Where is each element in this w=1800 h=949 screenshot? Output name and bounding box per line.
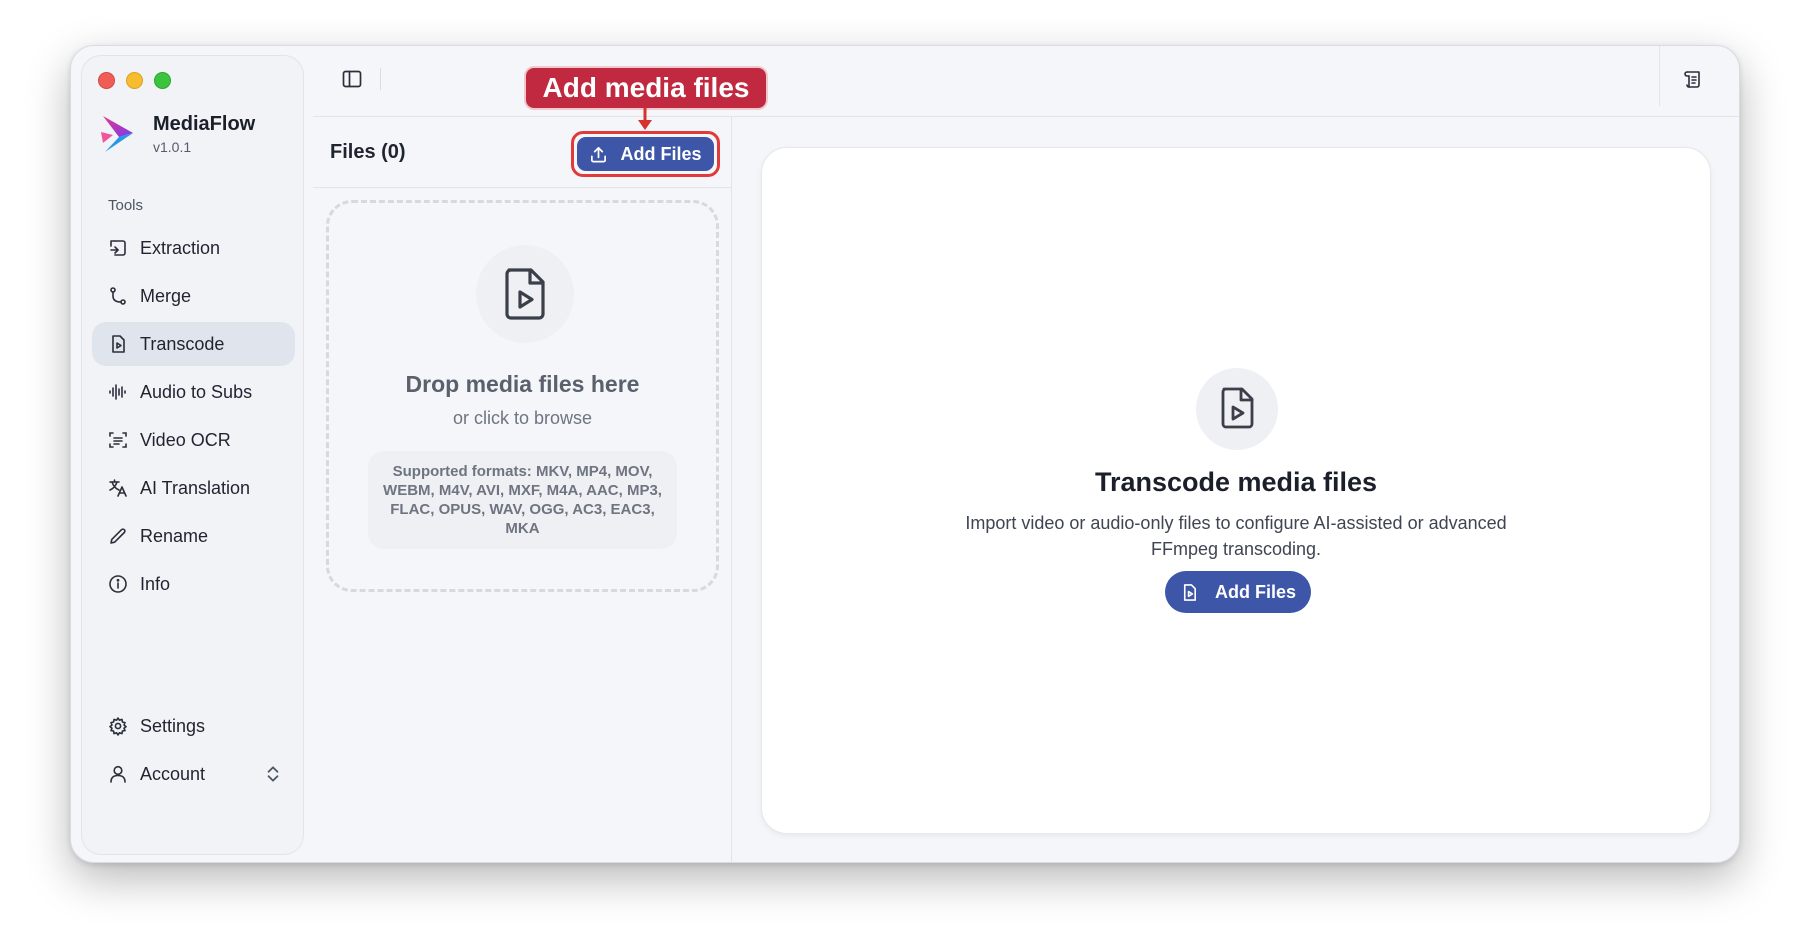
sidebar-item-label: Info xyxy=(140,573,171,594)
empty-state-icon-wrap xyxy=(1196,368,1278,450)
sidebar-item-account[interactable]: Account xyxy=(92,752,295,796)
dropzone-subtitle: or click to browse xyxy=(452,408,593,428)
add-files-main-button[interactable]: Add Files xyxy=(1165,571,1311,613)
add-files-highlight: Add Files xyxy=(571,131,720,177)
media-file-icon xyxy=(1221,387,1254,429)
files-count-title: Files (0) xyxy=(330,141,406,163)
app-version: v1.0.1 xyxy=(153,139,192,155)
sidebar-item-label: Account xyxy=(140,763,206,784)
audio-wave-icon xyxy=(109,384,126,400)
header-divider xyxy=(380,68,381,90)
add-files-button[interactable]: Add Files xyxy=(577,137,714,171)
sidebar-item-video-ocr[interactable]: Video OCR xyxy=(92,418,295,462)
brand: MediaFlow v1.0.1 xyxy=(99,113,255,155)
dropzone-title: Drop media files here xyxy=(405,371,640,397)
extraction-icon xyxy=(110,240,126,256)
close-window-button[interactable] xyxy=(98,72,115,89)
sidebar-toggle-icon[interactable] xyxy=(341,68,363,90)
sidebar-item-label: Settings xyxy=(140,715,206,736)
sidebar-item-label: Transcode xyxy=(140,333,225,354)
sidebar: MediaFlow v1.0.1 Tools Extraction Merge xyxy=(81,55,304,855)
sidebar-item-ai-translation[interactable]: AI Translation xyxy=(92,466,295,510)
file-dropzone[interactable]: Drop media files here or click to browse… xyxy=(326,200,719,592)
empty-state-title: Transcode media files xyxy=(1094,467,1378,497)
app-name: MediaFlow xyxy=(153,113,256,135)
maximize-window-button[interactable] xyxy=(154,72,171,89)
tools-section-label: Tools xyxy=(108,197,144,214)
supported-formats: Supported formats: MKV, MP4, MOV, WEBM, … xyxy=(368,451,677,549)
sidebar-item-label: Rename xyxy=(140,525,209,546)
files-panel-header: Files (0) Add Files xyxy=(313,117,731,188)
sidebar-item-label: Video OCR xyxy=(140,429,231,450)
sidebar-item-settings[interactable]: Settings xyxy=(92,704,295,748)
sidebar-item-label: Audio to Subs xyxy=(140,381,253,402)
sidebar-item-rename[interactable]: Rename xyxy=(92,514,295,558)
info-icon xyxy=(109,575,127,593)
window-controls xyxy=(98,72,171,89)
sidebar-bottom-nav: Settings Account xyxy=(92,704,295,800)
transcode-icon xyxy=(112,335,125,353)
sidebar-item-label: Extraction xyxy=(140,237,221,258)
minimize-window-button[interactable] xyxy=(126,72,143,89)
ocr-scan-icon xyxy=(109,432,127,448)
transcode-icon xyxy=(1183,583,1196,601)
add-files-button-label: Add Files xyxy=(620,143,702,164)
add-files-main-button-label: Add Files xyxy=(1214,581,1296,602)
files-panel: Files (0) Add Files Drop media files her… xyxy=(313,117,732,862)
user-icon xyxy=(110,765,126,783)
sidebar-nav: Extraction Merge Transcode Audio to Subs xyxy=(92,226,295,610)
upload-icon xyxy=(591,146,607,162)
sidebar-item-audio-to-subs[interactable]: Audio to Subs xyxy=(92,370,295,414)
log-icon[interactable] xyxy=(1683,68,1705,90)
annotation-callout: Add media files xyxy=(526,68,766,108)
gear-icon xyxy=(109,717,127,736)
sidebar-item-merge[interactable]: Merge xyxy=(92,274,295,318)
sidebar-item-label: AI Translation xyxy=(140,477,251,498)
empty-state-card: Transcode media files Import video or au… xyxy=(761,147,1711,834)
annotation-arrow-icon xyxy=(638,108,652,130)
pencil-icon xyxy=(110,528,126,544)
media-file-icon xyxy=(505,268,545,320)
sidebar-item-transcode[interactable]: Transcode xyxy=(92,322,295,366)
dropzone-icon-wrap xyxy=(476,245,574,343)
sidebar-item-label: Merge xyxy=(140,285,192,306)
mediaflow-logo-icon xyxy=(101,116,133,152)
merge-icon xyxy=(110,287,126,305)
chevron-up-down-icon xyxy=(267,766,279,782)
app-window: MediaFlow v1.0.1 Tools Extraction Merge xyxy=(70,45,1740,863)
empty-state-description: Import video or audio-only files to conf… xyxy=(965,513,1507,559)
translate-icon xyxy=(109,479,127,497)
sidebar-item-extraction[interactable]: Extraction xyxy=(92,226,295,270)
header-divider-right xyxy=(1659,46,1660,106)
sidebar-item-info[interactable]: Info xyxy=(92,562,295,606)
